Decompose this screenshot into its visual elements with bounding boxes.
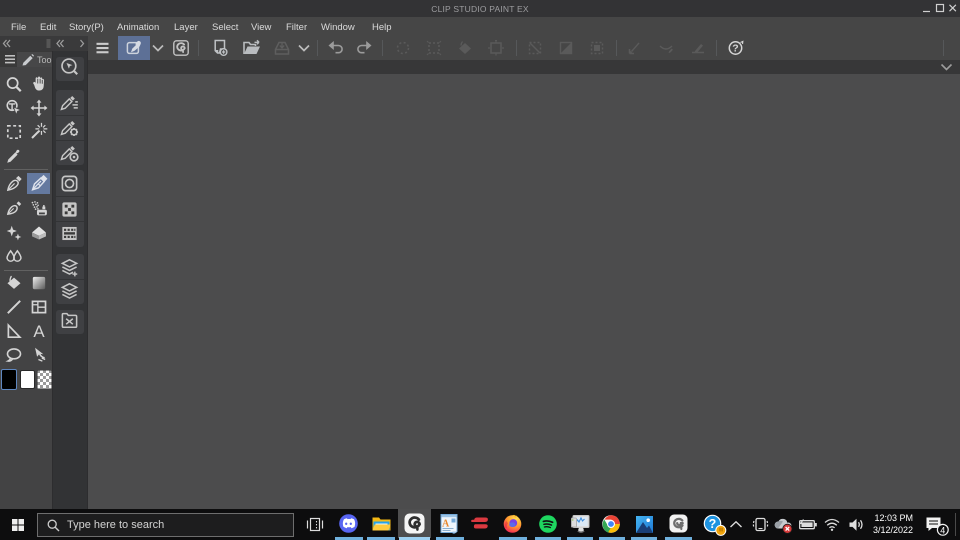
svg-text:A: A (33, 322, 45, 340)
svg-text:?: ? (709, 517, 717, 531)
svg-text:A: A (442, 519, 450, 530)
svg-text:?: ? (732, 43, 738, 55)
svg-text:4: 4 (940, 525, 945, 535)
